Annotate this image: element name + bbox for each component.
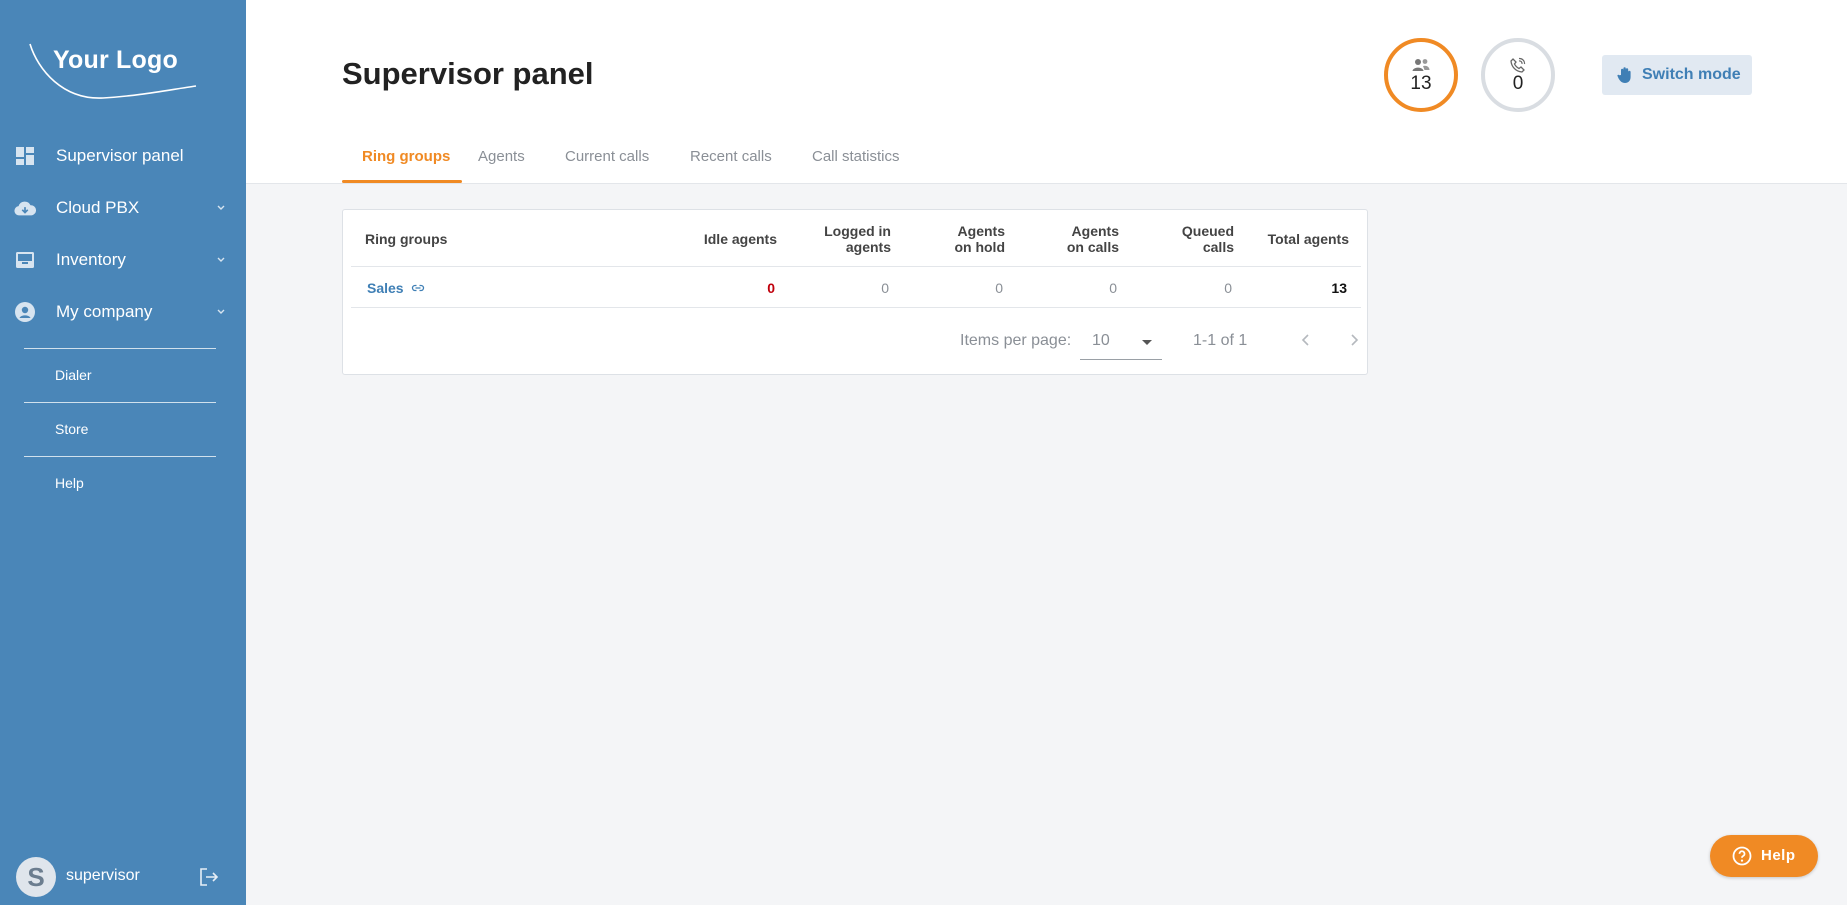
chevron-left-icon [1301, 334, 1309, 346]
sidebar-item-dialer[interactable]: Dialer [24, 348, 216, 402]
page-header: Supervisor panel 13 0 Switch mode Ring g… [246, 0, 1847, 184]
chevron-down-icon [217, 257, 225, 262]
logo[interactable]: Your Logo [28, 40, 198, 106]
column-header-ring-groups[interactable]: Ring groups [365, 210, 565, 267]
sidebar-item-label: Cloud PBX [56, 198, 140, 217]
question-circle-icon [1732, 846, 1752, 866]
tab-call-statistics[interactable]: Call statistics [812, 148, 900, 184]
items-per-page-label: Items per page: [960, 332, 1072, 349]
logo-text: Your Logo [53, 46, 178, 74]
account-circle-icon [14, 301, 36, 323]
dropdown-arrow-icon [1142, 340, 1152, 345]
help-floating-button[interactable]: Help [1710, 835, 1818, 877]
sidebar-item-my-company[interactable]: My company [0, 290, 246, 334]
active-tab-indicator [342, 180, 462, 183]
agents-on-calls-cell: 0 [1109, 279, 1117, 296]
sidebar-item-label: Store [55, 421, 89, 437]
cloud-icon [14, 197, 36, 219]
page-title: Supervisor panel [342, 56, 594, 91]
calls-count: 0 [1512, 73, 1524, 94]
sidebar-item-label: Dialer [55, 367, 92, 383]
sidebar-item-label: Help [55, 475, 84, 491]
inventory-icon [14, 249, 36, 271]
column-header-queued-calls[interactable]: Queued calls [1151, 210, 1234, 267]
idle-agents-cell: 0 [767, 279, 775, 296]
tab-recent-calls[interactable]: Recent calls [690, 148, 772, 184]
phone-icon [1510, 57, 1526, 73]
calls-counter[interactable]: 0 [1481, 38, 1555, 112]
sidebar-item-cloud-pbx[interactable]: Cloud PBX [0, 186, 246, 230]
column-header-total-agents[interactable]: Total agents [1263, 210, 1349, 267]
logged-in-agents-cell: 0 [881, 279, 889, 296]
queued-calls-cell: 0 [1224, 279, 1232, 296]
switch-mode-label: Switch mode [1642, 66, 1741, 83]
paginator: Items per page: 10 1-1 of 1 [343, 308, 1369, 374]
chevron-down-icon [217, 309, 225, 314]
switch-mode-button[interactable]: Switch mode [1602, 55, 1752, 95]
column-header-logged-in-agents[interactable]: Logged in agents [823, 210, 891, 267]
help-button-label: Help [1761, 847, 1796, 864]
logout-icon[interactable] [198, 866, 220, 888]
next-page-button[interactable] [1340, 326, 1368, 354]
tab-agents[interactable]: Agents [478, 148, 525, 184]
dashboard-icon [14, 145, 36, 167]
sidebar-item-store[interactable]: Store [24, 402, 216, 456]
ring-group-cell: Sales [367, 267, 567, 308]
chevron-down-icon [217, 205, 225, 210]
tab-ring-groups[interactable]: Ring groups [362, 148, 450, 184]
sidebar-item-label: Supervisor panel [56, 146, 184, 165]
avatar[interactable]: S [16, 857, 56, 897]
sidebar-item-label: Inventory [56, 250, 126, 269]
chevron-right-icon [1351, 334, 1359, 346]
sidebar-item-inventory[interactable]: Inventory [0, 238, 246, 282]
page-range-label: 1-1 of 1 [1193, 332, 1248, 349]
agents-on-hold-cell: 0 [995, 279, 1003, 296]
sidebar-item-label: My company [56, 302, 153, 321]
column-header-agents-on-calls[interactable]: Agents on calls [1051, 210, 1119, 267]
page-size-select[interactable]: 10 [1080, 322, 1162, 360]
column-header-idle-agents[interactable]: Idle agents [701, 210, 777, 267]
total-agents-cell: 13 [1331, 279, 1347, 296]
sidebar-item-supervisor-panel[interactable]: Supervisor panel [0, 134, 246, 178]
people-icon [1412, 59, 1430, 71]
table-row[interactable]: Sales 0 0 0 0 0 13 [351, 267, 1361, 308]
previous-page-button[interactable] [1292, 326, 1320, 354]
sidebar-item-help[interactable]: Help [24, 456, 216, 510]
sidebar: Your Logo Supervisor panel Cloud PBX Inv… [0, 0, 246, 905]
agents-count: 13 [1410, 73, 1432, 94]
table-header: Ring groups Idle agents Logged in agents… [351, 210, 1361, 267]
column-header-agents-on-hold[interactable]: Agents on hold [937, 210, 1005, 267]
user-row: S supervisor [0, 853, 246, 899]
tab-current-calls[interactable]: Current calls [565, 148, 649, 184]
page-size-value: 10 [1092, 332, 1110, 349]
hand-icon [1617, 67, 1631, 83]
ring-group-link[interactable]: Sales [367, 280, 425, 296]
ring-group-name: Sales [367, 279, 404, 296]
link-icon [411, 284, 424, 291]
agents-counter[interactable]: 13 [1384, 38, 1458, 112]
ring-groups-table: Ring groups Idle agents Logged in agents… [342, 209, 1368, 375]
user-name: supervisor [66, 867, 140, 884]
